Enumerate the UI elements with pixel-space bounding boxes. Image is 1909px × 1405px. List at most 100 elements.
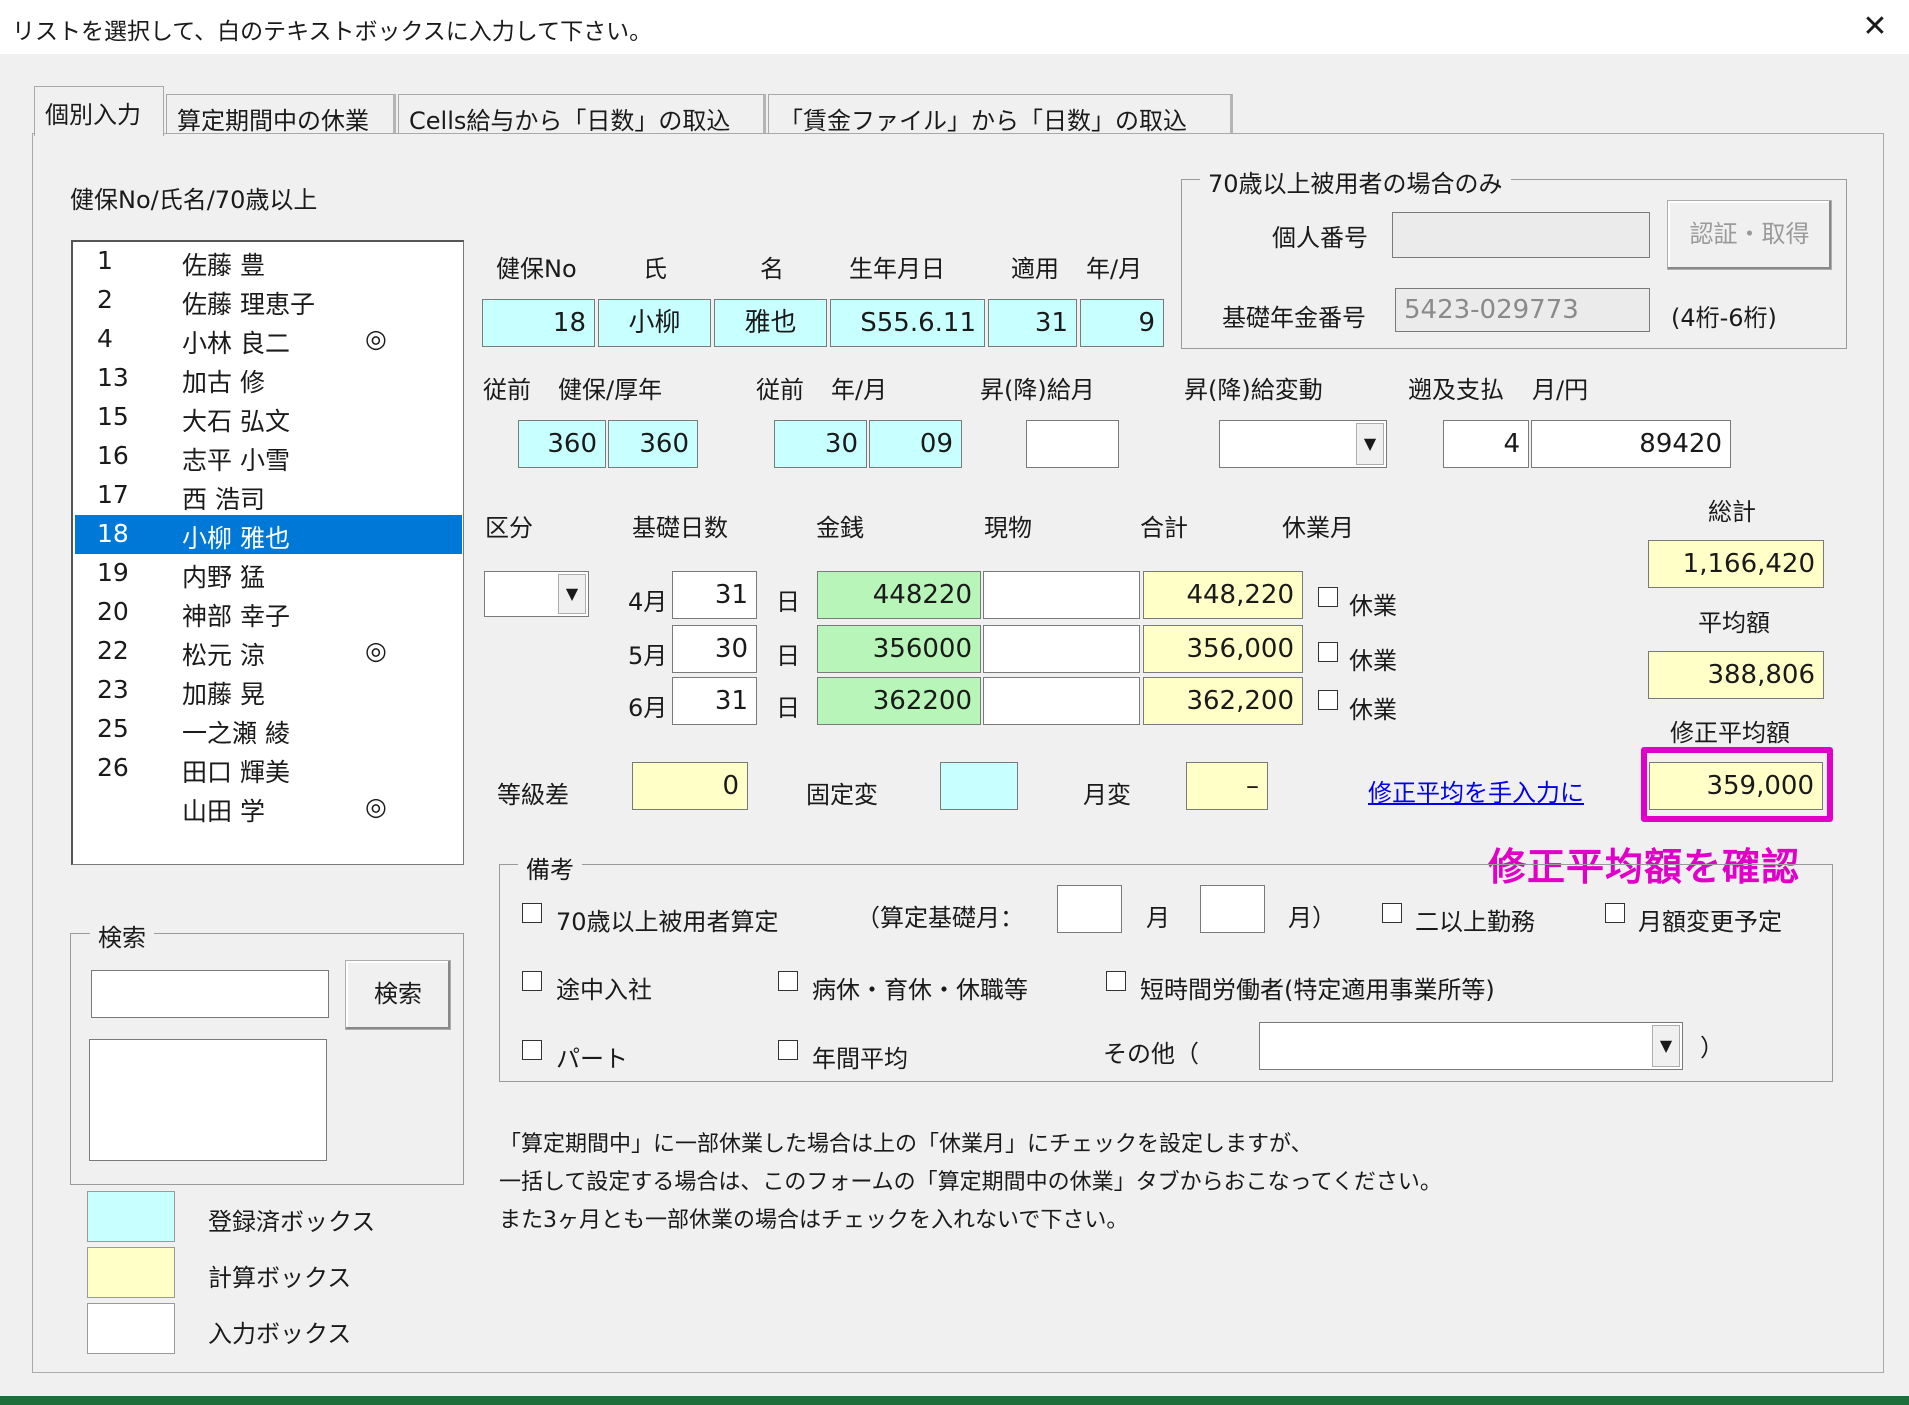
prev-month-field[interactable]: 09 [869,420,962,468]
money-field[interactable]: 356000 [817,625,981,673]
base-month-to-field[interactable] [1200,885,1265,933]
over70-calc-checkbox[interactable] [522,903,542,923]
annual-average-label: 年間平均 [812,1045,908,1073]
chevron-down-icon[interactable]: ▼ [1356,423,1384,465]
employee-list[interactable]: 1 佐藤 豊 2 佐藤 理恵子 4 小林 良二 ◎ 13 加古 修 15 大石 弘文 16 志… [71,240,464,865]
chevron-down-icon[interactable]: ▼ [558,574,586,614]
prev-kenpo-field[interactable]: 360 [518,420,606,468]
list-item[interactable]: 22 松元 涼 ◎ [75,632,462,671]
kenpo-no-field[interactable]: 18 [482,299,595,347]
multi-work-label: 二以上勤務 [1415,908,1535,936]
short-time-checkbox[interactable] [1106,971,1126,991]
personal-no-field[interactable] [1392,212,1650,258]
average-label: 平均額 [1698,609,1770,637]
month-unit-label: 月 [1146,904,1170,932]
mid-join-label: 途中入社 [556,976,652,1004]
apply-month-field[interactable]: 9 [1080,299,1164,347]
list-item[interactable]: 4 小林 良二 ◎ [75,320,462,359]
change-planned-checkbox[interactable] [1605,903,1625,923]
list-item-selected[interactable]: 18 小柳 雅也 [75,515,462,554]
prev-year-field[interactable]: 30 [774,420,867,468]
fixed-change-field[interactable] [940,762,1018,810]
mei-field[interactable]: 雅也 [714,299,827,347]
list-item[interactable]: 山田 学 ◎ [75,788,462,827]
raise-change-select[interactable]: ▼ [1219,420,1387,468]
apply-year-field[interactable]: 31 [988,299,1077,347]
list-item[interactable]: 2 佐藤 理恵子 [75,281,462,320]
search-results[interactable] [89,1039,327,1161]
header-birth: 生年月日 [849,255,945,283]
kubun-select[interactable]: ▼ [484,571,589,617]
raise-month-field[interactable] [1026,420,1119,468]
base-days-field[interactable]: 31 [672,571,757,619]
retro-month-field[interactable]: 4 [1443,420,1529,468]
day-unit: 日 [776,694,800,722]
day-unit: 日 [776,588,800,616]
average-field: 388,806 [1648,651,1824,699]
grand-total-field: 1,166,420 [1648,540,1824,588]
corrected-average-field[interactable]: 359,000 [1649,762,1823,810]
list-header: 健保No/氏名/70歳以上 [70,186,318,214]
money-field[interactable]: 362200 [817,677,981,725]
month-label: 4月 [628,588,668,616]
list-item[interactable]: 20 神部 幸子 [75,593,462,632]
raise-month-label: 昇(降)給月 [980,376,1095,404]
list-item[interactable]: 25 一之瀬 綾 [75,710,462,749]
goods-field[interactable] [983,677,1140,725]
tab-import-cells[interactable]: Cells給与から「日数」の取込 [398,94,766,136]
list-item[interactable]: 19 内野 猛 [75,554,462,593]
other-select[interactable]: ▼ [1259,1022,1683,1070]
tab-individual-input[interactable]: 個別入力 [34,86,164,136]
leave-label: 休業 [1349,592,1397,620]
list-item[interactable]: 15 大石 弘文 [75,398,462,437]
base-month-from-field[interactable] [1057,885,1122,933]
header-kenpo-no: 健保No [496,255,577,283]
leave-types-checkbox[interactable] [778,971,798,991]
search-button[interactable]: 検索 [345,960,451,1030]
leave-checkbox[interactable] [1318,690,1338,710]
mid-join-checkbox[interactable] [522,971,542,991]
sei-field[interactable]: 小柳 [598,299,711,347]
leave-checkbox[interactable] [1318,587,1338,607]
birth-field[interactable]: S55.6.11 [830,299,985,347]
retro-amount-field[interactable]: 89420 [1531,420,1731,468]
list-item[interactable]: 13 加古 修 [75,359,462,398]
retro-label: 遡及支払 [1408,376,1504,404]
list-item[interactable]: 1 佐藤 豊 [75,242,462,281]
remarks-legend: 備考 [518,850,582,885]
list-item[interactable]: 17 西 浩司 [75,476,462,515]
base-days-field[interactable]: 31 [672,677,757,725]
part-checkbox[interactable] [522,1040,542,1060]
leave-checkbox[interactable] [1318,642,1338,662]
personal-no-label: 個人番号 [1272,224,1368,252]
money-field[interactable]: 448220 [817,571,981,619]
list-item[interactable]: 23 加藤 晃 [75,671,462,710]
list-item[interactable]: 16 志平 小雪 [75,437,462,476]
annual-average-checkbox[interactable] [778,1040,798,1060]
month-label: 6月 [628,694,668,722]
calc-legend-label: 計算ボックス [208,1264,352,1292]
manual-average-link[interactable]: 修正平均を手入力に [1368,773,1584,808]
list-item[interactable]: 26 田口 輝美 [75,749,462,788]
goods-field[interactable] [983,571,1140,619]
base-days-field[interactable]: 30 [672,625,757,673]
over70-calc-label: 70歳以上被用者算定 [556,908,779,936]
tab-import-wage-file[interactable]: 「賃金ファイル」から「日数」の取込 [768,94,1233,136]
close-button[interactable]: ✕ [1852,6,1898,48]
retro-unit-label: 月/円 [1532,376,1589,404]
auth-acquire-button[interactable]: 認証・取得 [1667,200,1832,270]
corrected-average-label: 修正平均額 [1670,719,1790,747]
prev-kenpo-label: 健保/厚年 [558,376,663,404]
tab-leave-during-period[interactable]: 算定期間中の休業 [166,94,396,136]
pension-no-field[interactable]: 5423-029773 [1395,288,1650,332]
grade-diff-field: 0 [632,762,748,810]
total-field: 448,220 [1143,571,1303,619]
goods-field[interactable] [983,625,1140,673]
chevron-down-icon[interactable]: ▼ [1652,1025,1680,1067]
header-money: 金銭 [816,514,864,542]
search-input[interactable] [91,970,329,1018]
multi-work-checkbox[interactable] [1382,903,1402,923]
calc-swatch [87,1247,175,1298]
prev-kosei-field[interactable]: 360 [608,420,698,468]
pension-format-hint: (4桁-6桁) [1671,304,1777,332]
